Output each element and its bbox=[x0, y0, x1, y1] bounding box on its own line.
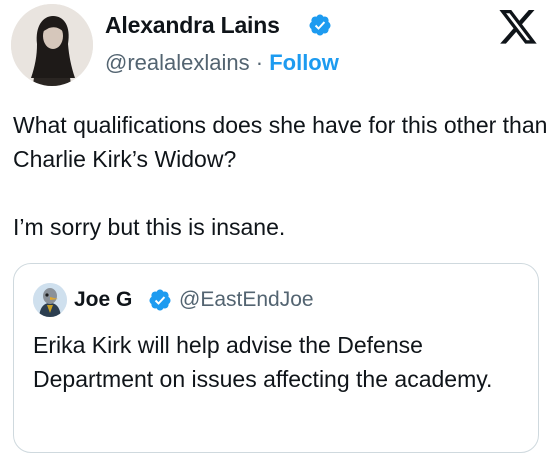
author-handle[interactable]: @realalexlains bbox=[105, 50, 250, 75]
quoted-tweet-card[interactable]: Joe G @EastEndJoe Erika Kirk will help a… bbox=[13, 263, 539, 453]
x-logo-icon[interactable] bbox=[497, 10, 539, 48]
author-display-name[interactable]: Alexandra Lains bbox=[105, 10, 280, 40]
verified-badge-icon bbox=[309, 14, 331, 36]
tweet-line-2: I’m sorry but this is insane. bbox=[13, 214, 286, 240]
avatar[interactable] bbox=[11, 4, 93, 86]
quoted-display-name[interactable]: Joe G bbox=[74, 286, 132, 314]
quoted-tweet-text: Erika Kirk will help advise the Defense … bbox=[33, 332, 493, 392]
author-handle-row: @realalexlains · Follow bbox=[105, 48, 339, 78]
follow-button[interactable]: Follow bbox=[269, 50, 339, 75]
quoted-avatar bbox=[33, 283, 67, 317]
quoted-handle[interactable]: @EastEndJoe bbox=[179, 286, 314, 314]
quoted-avatar-image bbox=[33, 283, 67, 317]
avatar-photo bbox=[11, 4, 93, 86]
tweet-text: What qualifications does she have for th… bbox=[13, 108, 548, 244]
separator-dot: · bbox=[255, 50, 264, 75]
verified-badge-icon bbox=[149, 289, 171, 311]
tweet-line-1: What qualifications does she have for th… bbox=[13, 112, 548, 172]
